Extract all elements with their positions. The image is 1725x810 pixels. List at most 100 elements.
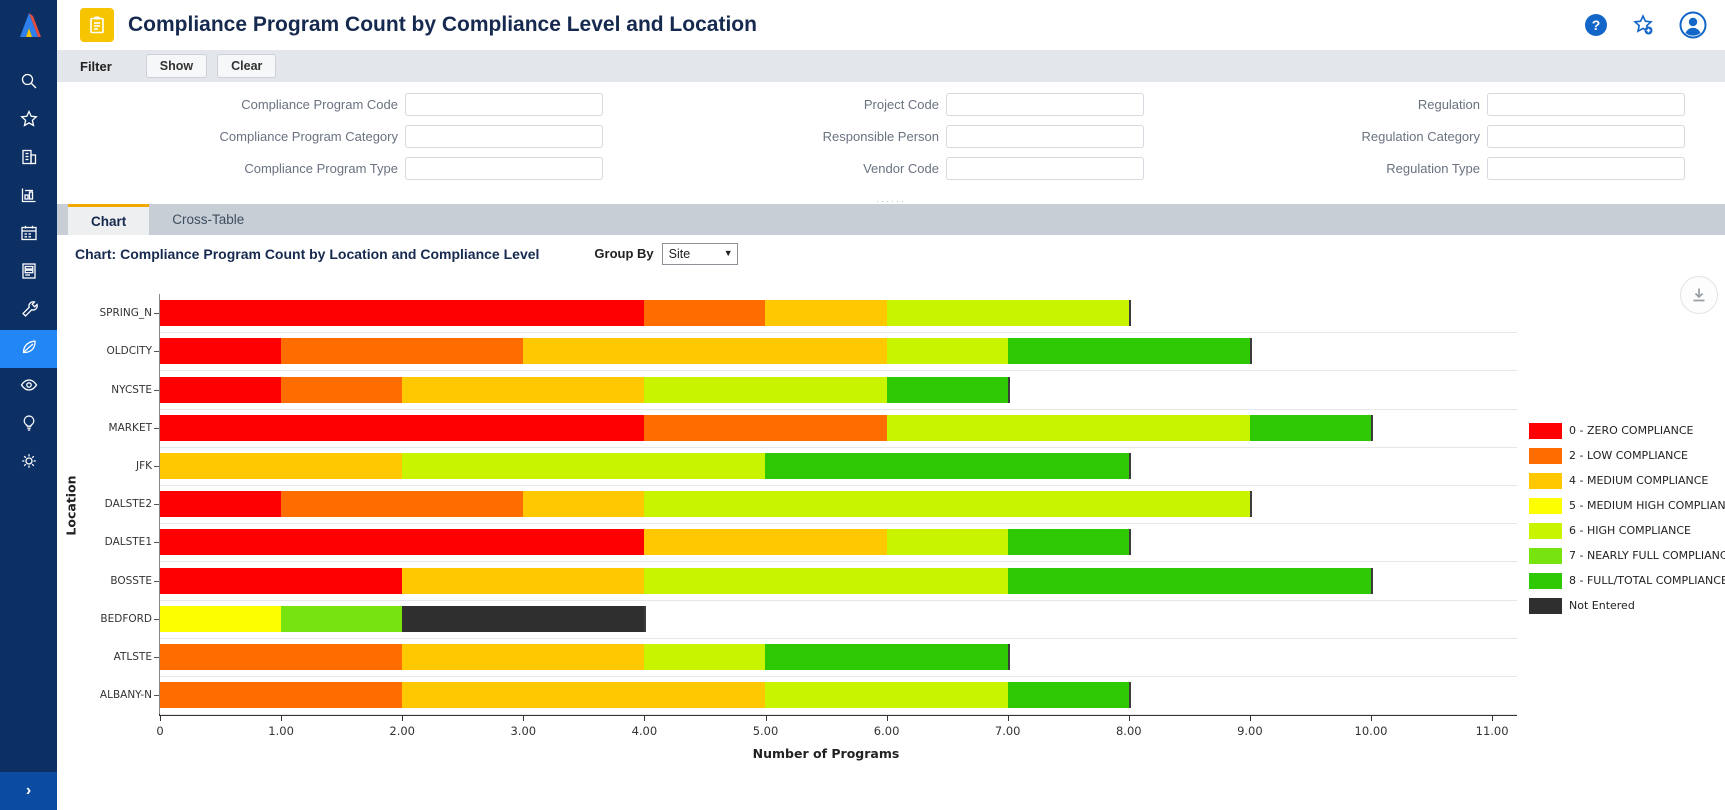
forms-icon xyxy=(19,261,39,286)
bar-segment-high[interactable] xyxy=(644,491,1250,517)
bar-segment-zero[interactable] xyxy=(160,377,281,403)
regulation-type-input[interactable] xyxy=(1487,157,1685,180)
responsible-person-input[interactable] xyxy=(946,125,1144,148)
clear-button[interactable]: Clear xyxy=(217,54,276,78)
bar-segment-high[interactable] xyxy=(887,415,1250,441)
legend-swatch xyxy=(1529,598,1562,614)
app-logo[interactable] xyxy=(0,0,57,50)
favorite-add-icon[interactable] xyxy=(1631,13,1655,37)
x-tick-label: 7.00 xyxy=(978,724,1038,738)
regulation-category-input[interactable] xyxy=(1487,125,1685,148)
bar-segment-zero[interactable] xyxy=(160,529,644,555)
bar-segment-medium_high[interactable] xyxy=(160,606,281,632)
bar-segment-nearly_full[interactable] xyxy=(281,606,402,632)
bar-segment-medium[interactable] xyxy=(160,453,402,479)
legend-item-medium: 4 - MEDIUM COMPLIANCE xyxy=(1529,468,1725,493)
bar-segment-low[interactable] xyxy=(160,644,402,670)
bar-jfk[interactable] xyxy=(160,453,1131,479)
chart-download-button[interactable] xyxy=(1680,276,1718,314)
bar-market[interactable] xyxy=(160,415,1373,441)
help-icon[interactable]: ? xyxy=(1585,14,1607,36)
report-chart-icon xyxy=(19,185,39,210)
legend-label: 7 - NEARLY FULL COMPLIANCE xyxy=(1569,549,1725,562)
filter-title: Filter xyxy=(80,59,112,74)
sidebar-item-star[interactable] xyxy=(0,102,57,140)
x-tick xyxy=(160,716,161,721)
tab-chart[interactable]: Chart xyxy=(68,204,149,235)
bar-segment-full[interactable] xyxy=(1008,529,1129,555)
bar-segment-high[interactable] xyxy=(887,300,1129,326)
bar-segment-medium[interactable] xyxy=(523,338,886,364)
bar-segment-high[interactable] xyxy=(402,453,765,479)
bar-albany-n[interactable] xyxy=(160,682,1131,708)
bar-segment-high[interactable] xyxy=(887,338,1008,364)
sidebar-item-lightbulb[interactable] xyxy=(0,406,57,444)
bar-segment-full[interactable] xyxy=(1008,338,1250,364)
sidebar-item-building[interactable] xyxy=(0,140,57,178)
bar-segment-high[interactable] xyxy=(644,568,1007,594)
sidebar-expand-button[interactable]: › xyxy=(0,772,57,810)
bar-nycste[interactable] xyxy=(160,377,1010,403)
sidebar-item-leaf[interactable] xyxy=(0,330,57,368)
bar-dalste2[interactable] xyxy=(160,491,1252,517)
x-tick xyxy=(402,716,403,721)
bar-segment-medium[interactable] xyxy=(402,682,765,708)
project-code-input[interactable] xyxy=(946,93,1144,116)
resize-grip[interactable]: ······ xyxy=(876,199,906,203)
bar-segment-full[interactable] xyxy=(1250,415,1371,441)
vendor-code-input[interactable] xyxy=(946,157,1144,180)
bar-segment-zero[interactable] xyxy=(160,491,281,517)
bar-segment-zero[interactable] xyxy=(160,415,644,441)
bar-atlste[interactable] xyxy=(160,644,1010,670)
show-button[interactable]: Show xyxy=(146,54,207,78)
filter-form: Compliance Program CodeProject CodeRegul… xyxy=(57,82,1725,204)
bar-segment-high[interactable] xyxy=(765,682,1007,708)
bar-segment-medium[interactable] xyxy=(402,644,644,670)
category-label: JFK xyxy=(64,460,152,472)
compliance-program-category-input[interactable] xyxy=(405,125,603,148)
bar-bedford[interactable] xyxy=(160,606,646,632)
bar-segment-medium[interactable] xyxy=(402,568,644,594)
bar-segment-low[interactable] xyxy=(160,682,402,708)
bar-segment-low[interactable] xyxy=(281,377,402,403)
sidebar-item-gear[interactable] xyxy=(0,444,57,482)
bar-segment-full[interactable] xyxy=(1008,682,1129,708)
bar-segment-medium[interactable] xyxy=(765,300,886,326)
bar-segment-low[interactable] xyxy=(644,300,765,326)
bar-segment-medium[interactable] xyxy=(523,491,644,517)
x-tick xyxy=(281,716,282,721)
sidebar-item-wrench[interactable] xyxy=(0,292,57,330)
regulation-input[interactable] xyxy=(1487,93,1685,116)
bar-segment-full[interactable] xyxy=(1008,568,1371,594)
bar-segment-medium[interactable] xyxy=(644,529,886,555)
bar-segment-high[interactable] xyxy=(644,377,886,403)
bar-segment-low[interactable] xyxy=(281,491,523,517)
user-avatar-icon[interactable] xyxy=(1679,11,1707,39)
bar-segment-zero[interactable] xyxy=(160,568,402,594)
bar-segment-not_entered[interactable] xyxy=(402,606,644,632)
compliance-program-code-input[interactable] xyxy=(405,93,603,116)
bar-spring_n[interactable] xyxy=(160,300,1131,326)
bar-segment-full[interactable] xyxy=(765,453,1128,479)
bar-oldcity[interactable] xyxy=(160,338,1252,364)
sidebar-item-eye[interactable] xyxy=(0,368,57,406)
bar-segment-low[interactable] xyxy=(644,415,886,441)
bar-segment-zero[interactable] xyxy=(160,338,281,364)
bar-segment-high[interactable] xyxy=(644,644,765,670)
bar-segment-zero[interactable] xyxy=(160,300,644,326)
bar-segment-medium[interactable] xyxy=(402,377,644,403)
compliance-program-type-input[interactable] xyxy=(405,157,603,180)
bar-segment-low[interactable] xyxy=(281,338,523,364)
bar-bosste[interactable] xyxy=(160,568,1373,594)
sidebar-item-forms[interactable] xyxy=(0,254,57,292)
tab-cross-table[interactable]: Cross-Table xyxy=(149,204,267,235)
sidebar-item-calendar[interactable] xyxy=(0,216,57,254)
sidebar-item-report-chart[interactable] xyxy=(0,178,57,216)
bar-segment-full[interactable] xyxy=(887,377,1008,403)
legend-label: 0 - ZERO COMPLIANCE xyxy=(1569,424,1693,437)
groupby-select[interactable]: Site xyxy=(662,243,738,265)
bar-dalste1[interactable] xyxy=(160,529,1131,555)
sidebar-item-search[interactable] xyxy=(0,64,57,102)
bar-segment-full[interactable] xyxy=(765,644,1007,670)
bar-segment-high[interactable] xyxy=(887,529,1008,555)
